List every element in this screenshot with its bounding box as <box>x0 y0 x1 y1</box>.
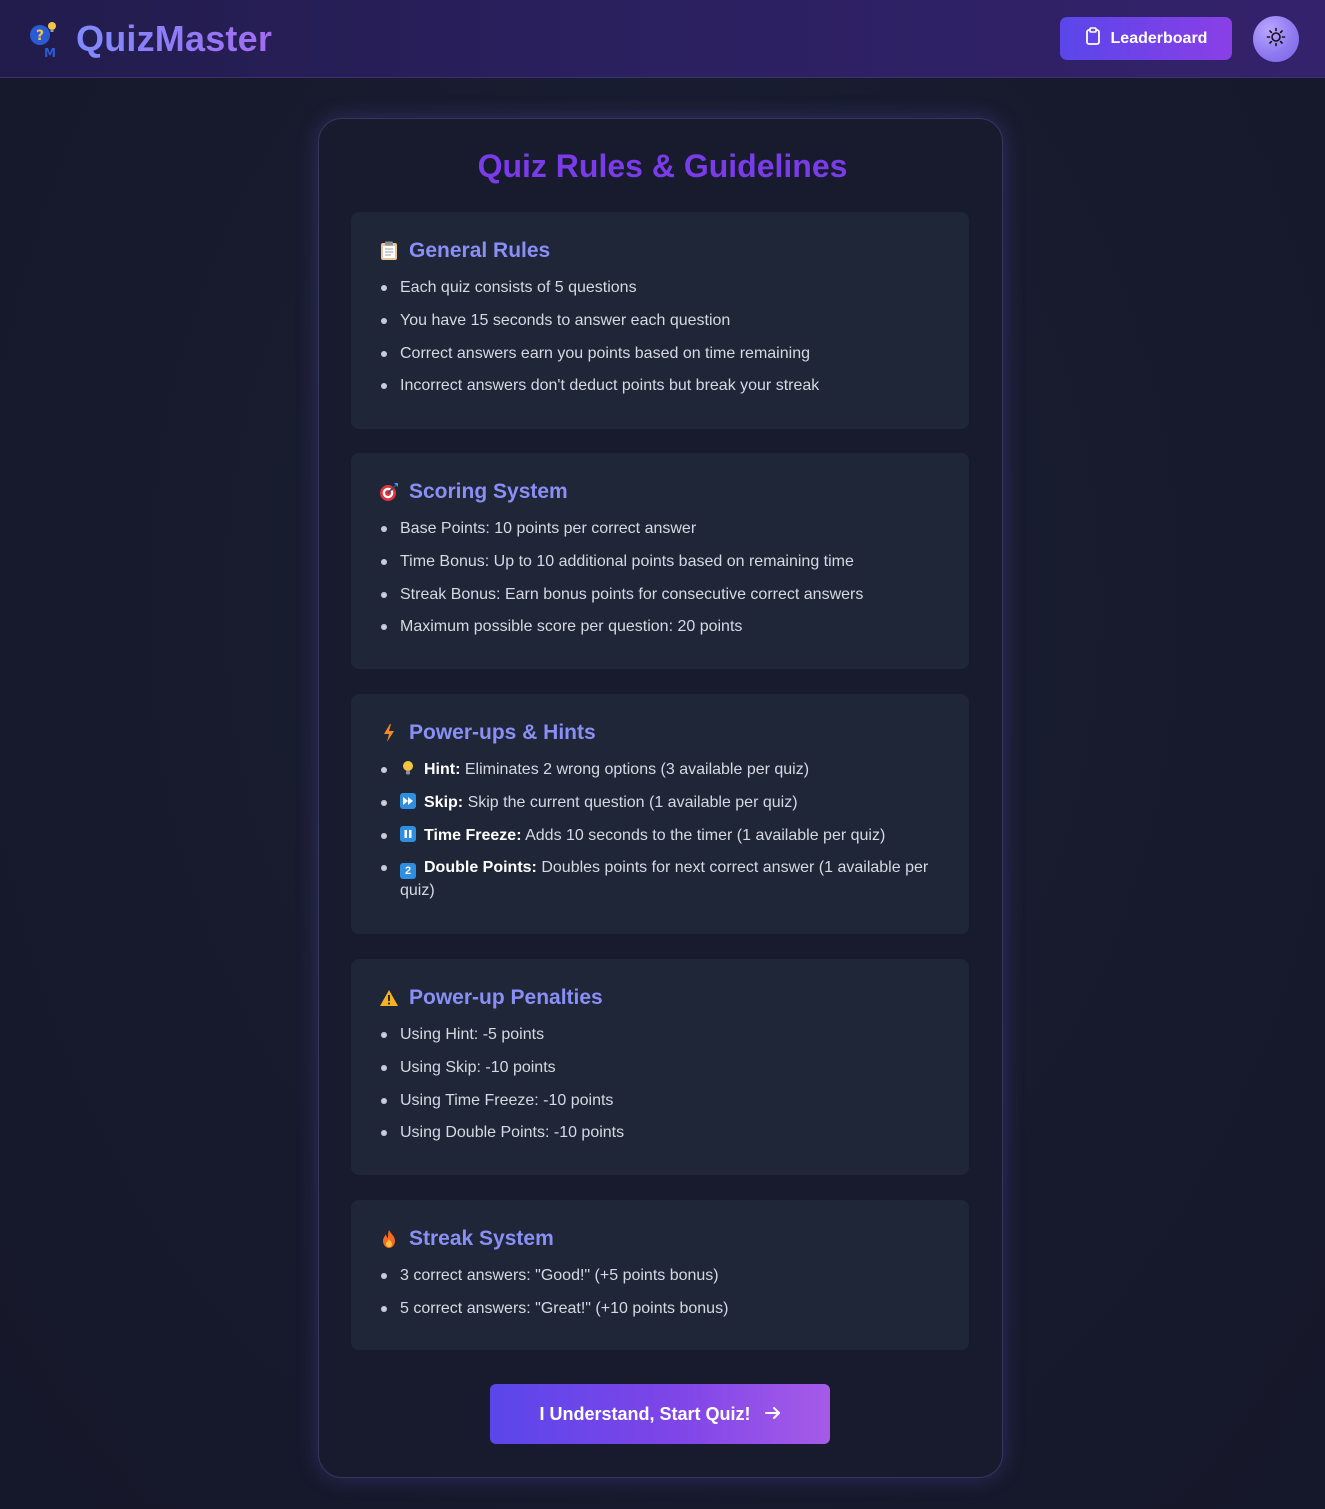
page-title: Quiz Rules & Guidelines <box>477 148 848 184</box>
list-item: 5 correct answers: "Great!" (+10 points … <box>379 1297 941 1320</box>
list-item: Time Bonus: Up to 10 additional points b… <box>379 550 941 573</box>
list-item: Hint: Eliminates 2 wrong options (3 avai… <box>379 758 941 781</box>
fast-forward-icon <box>400 792 416 809</box>
rule-list: Using Hint: -5 points Using Skip: -10 po… <box>379 1023 941 1144</box>
rule-label: Double Points: <box>424 859 537 877</box>
list-item: Time Freeze: Adds 10 seconds to the time… <box>379 824 941 847</box>
svg-text:?: ? <box>36 28 44 44</box>
list-item: Using Hint: -5 points <box>379 1023 941 1046</box>
sun-icon <box>1266 27 1286 51</box>
target-icon <box>379 481 399 503</box>
section-title: Power-up Penalties <box>409 986 603 1009</box>
keycap-two-icon: 2 <box>400 863 416 880</box>
quizmaster-logo-icon: ? M <box>28 19 62 60</box>
rule-label: Time Freeze: <box>424 826 522 844</box>
rule-text: Skip the current question (1 available p… <box>463 793 798 811</box>
list-item: Incorrect answers don't deduct points bu… <box>379 374 941 397</box>
section-power-ups-hints: Power-ups & Hints Hint: Eliminates 2 wro… <box>351 694 969 934</box>
top-nav-bar: ? M QuizMaster Leaderboard <box>0 0 1325 78</box>
leaderboard-button[interactable]: Leaderboard <box>1060 17 1232 60</box>
section-power-up-penalties: Power-up Penalties Using Hint: -5 points… <box>351 959 969 1175</box>
arrow-right-icon <box>764 1404 781 1425</box>
lightbulb-icon <box>400 760 416 776</box>
clipboard-icon <box>379 240 399 262</box>
svg-text:M: M <box>44 46 56 59</box>
list-item: Correct answers earn you points based on… <box>379 342 941 365</box>
section-title: Scoring System <box>409 480 568 503</box>
list-item: 2 Double Points: Doubles points for next … <box>379 856 941 902</box>
brand[interactable]: ? M QuizMaster <box>28 18 272 60</box>
list-item: Using Time Freeze: -10 points <box>379 1089 941 1112</box>
section-title: General Rules <box>409 239 551 262</box>
section-title: Streak System <box>409 1227 554 1250</box>
section-general-rules: General Rules Each quiz consists of 5 qu… <box>351 212 969 429</box>
section-title: Power-ups & Hints <box>409 721 596 744</box>
warning-icon <box>379 987 399 1009</box>
clipboard-icon <box>1085 27 1101 50</box>
start-quiz-button[interactable]: I Understand, Start Quiz! <box>490 1384 830 1444</box>
start-quiz-label: I Understand, Start Quiz! <box>539 1403 751 1424</box>
section-streak-system: Streak System 3 correct answers: "Good!"… <box>351 1200 969 1350</box>
theme-toggle-button[interactable] <box>1253 15 1299 62</box>
lightning-icon <box>379 722 399 744</box>
rule-list: Base Points: 10 points per correct answe… <box>379 517 941 638</box>
brand-name: QuizMaster <box>76 17 273 59</box>
rule-text: Adds 10 seconds to the timer (1 availabl… <box>521 826 886 844</box>
rule-label: Skip: <box>424 793 464 811</box>
rule-list: Hint: Eliminates 2 wrong options (3 avai… <box>379 758 941 902</box>
leaderboard-label: Leaderboard <box>1110 29 1208 47</box>
list-item: Using Double Points: -10 points <box>379 1121 941 1144</box>
rule-list: Each quiz consists of 5 questions You ha… <box>379 276 941 397</box>
list-item: Streak Bonus: Earn bonus points for cons… <box>379 583 941 606</box>
list-item: You have 15 seconds to answer each quest… <box>379 309 941 332</box>
list-item: Base Points: 10 points per correct answe… <box>379 517 941 540</box>
section-scoring-system: Scoring System Base Points: 10 points pe… <box>351 453 969 669</box>
rule-text: Eliminates 2 wrong options (3 available … <box>460 761 810 778</box>
list-item: Each quiz consists of 5 questions <box>379 276 941 299</box>
list-item: Maximum possible score per question: 20 … <box>379 615 941 638</box>
list-item: Using Skip: -10 points <box>379 1056 941 1079</box>
fire-icon <box>379 1228 399 1250</box>
rule-list: 3 correct answers: "Good!" (+5 points bo… <box>379 1264 941 1320</box>
pause-icon <box>400 825 416 842</box>
list-item: 3 correct answers: "Good!" (+5 points bo… <box>379 1264 941 1287</box>
list-item: Skip: Skip the current question (1 avail… <box>379 791 941 814</box>
rule-label: Hint: <box>424 761 461 778</box>
